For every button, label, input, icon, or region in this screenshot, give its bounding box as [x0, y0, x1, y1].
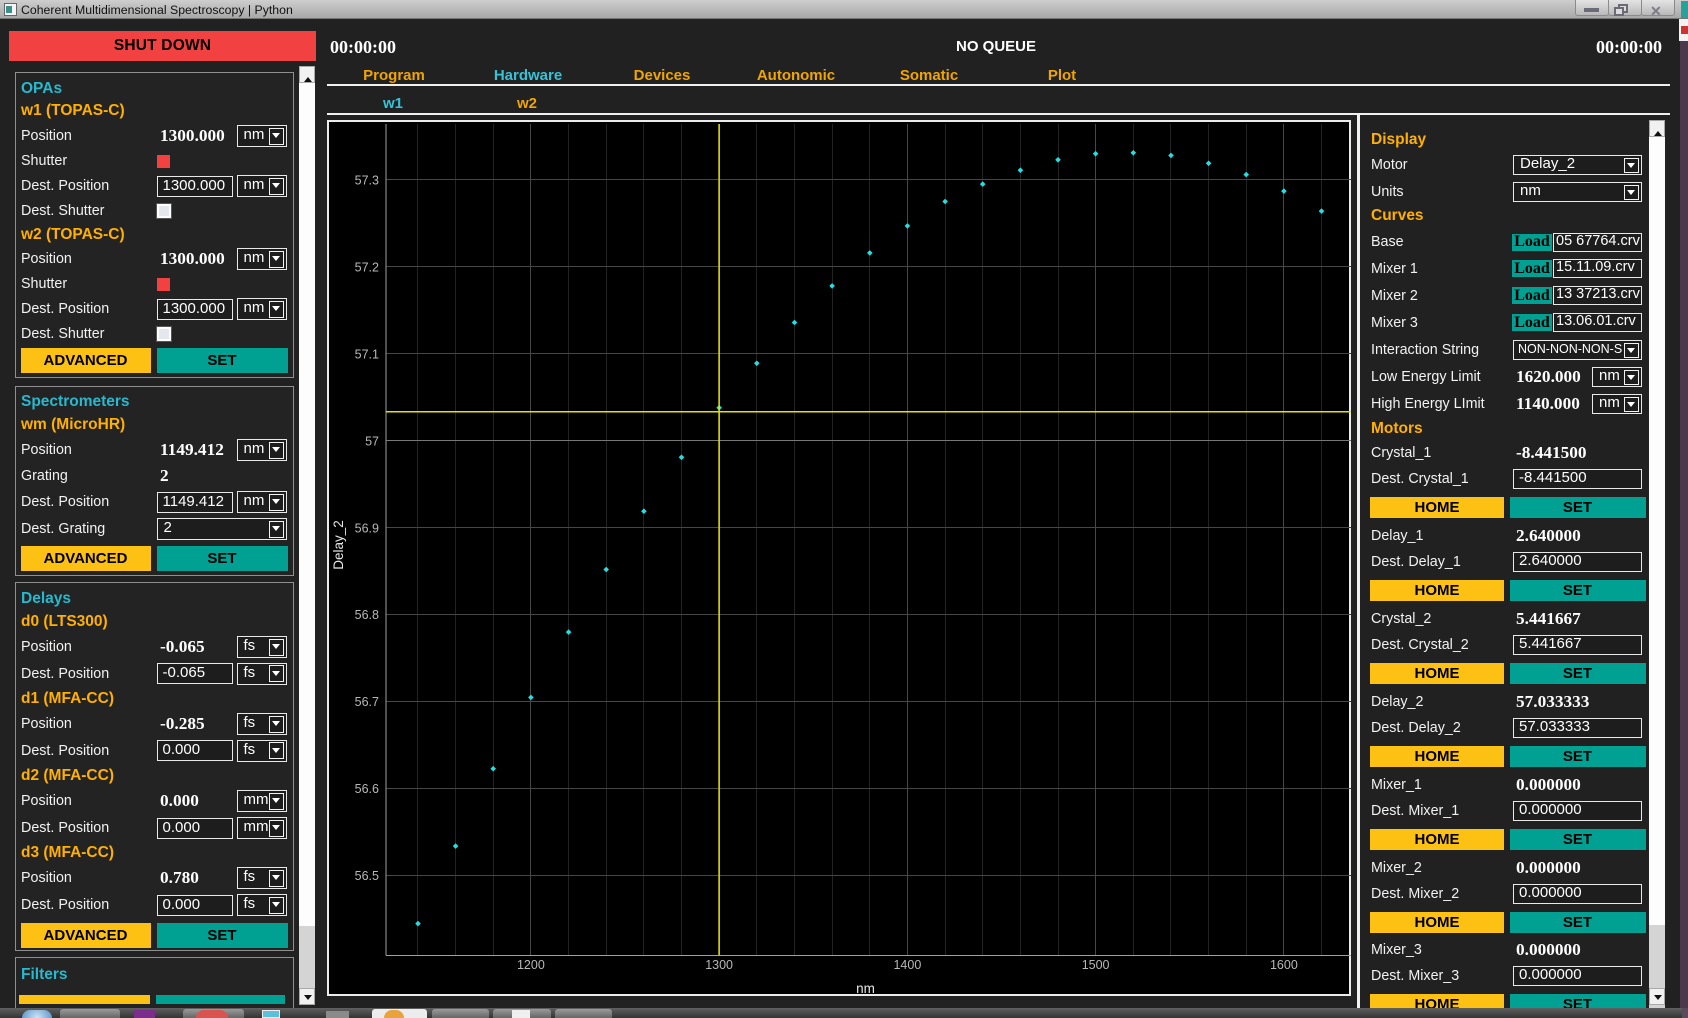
svg-text:1200: 1200 [517, 958, 545, 972]
svg-text:nm: nm [856, 981, 875, 996]
svg-text:57.3: 57.3 [355, 173, 379, 187]
svg-text:57.1: 57.1 [355, 347, 379, 361]
svg-text:56.5: 56.5 [355, 869, 379, 883]
svg-text:56.6: 56.6 [355, 782, 379, 796]
svg-text:1300: 1300 [705, 958, 733, 972]
svg-text:1500: 1500 [1082, 958, 1110, 972]
svg-text:Delay_2: Delay_2 [331, 520, 346, 570]
svg-text:56.7: 56.7 [355, 695, 379, 709]
svg-text:56.8: 56.8 [355, 608, 379, 622]
svg-text:1600: 1600 [1270, 958, 1298, 972]
svg-text:56.9: 56.9 [355, 521, 379, 535]
svg-text:57: 57 [365, 434, 379, 448]
svg-text:57.2: 57.2 [355, 260, 379, 274]
svg-text:1400: 1400 [893, 958, 921, 972]
